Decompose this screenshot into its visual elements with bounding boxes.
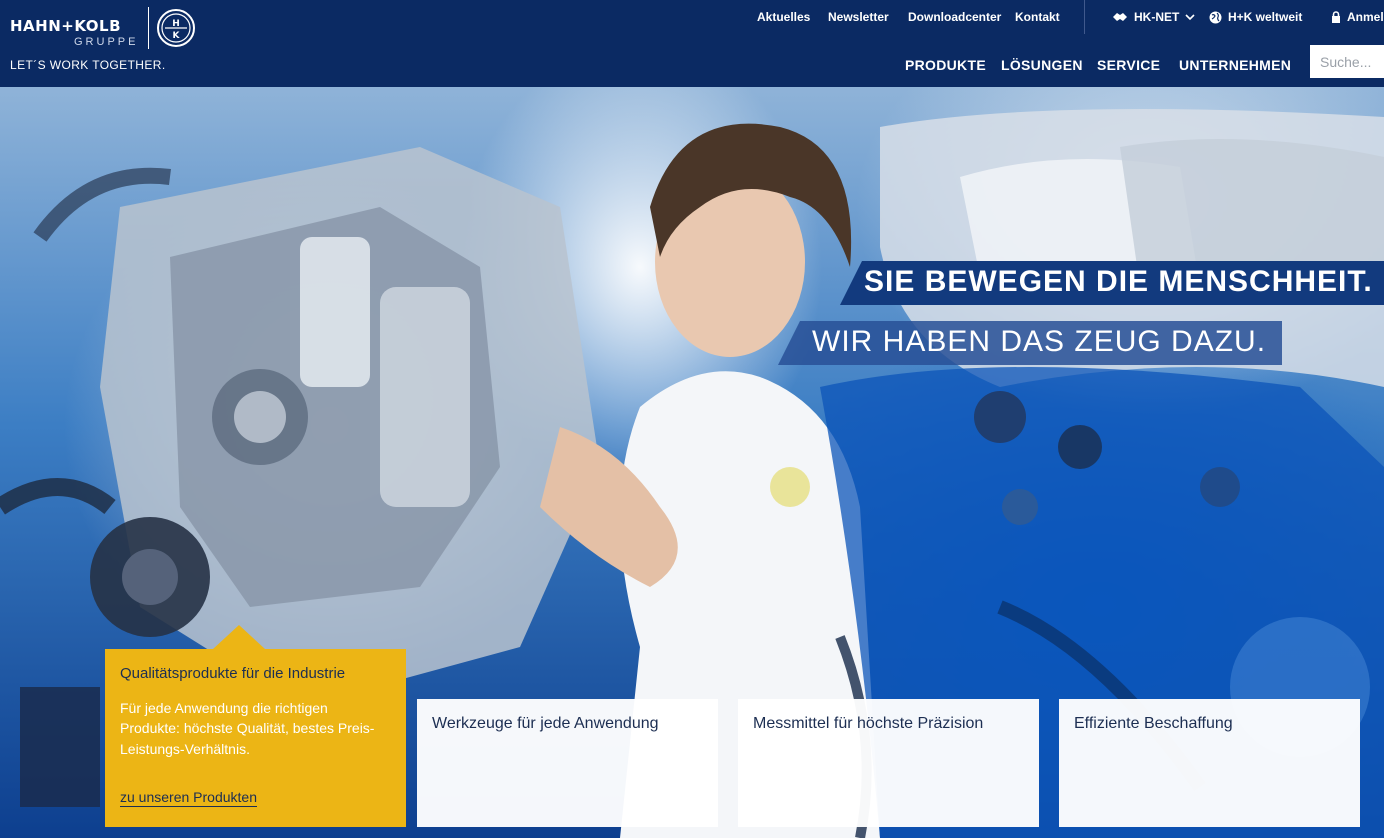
top-nav-aktuelles[interactable]: Aktuelles [757, 10, 810, 24]
card-werkzeuge[interactable]: Werkzeuge für jede Anwendung [417, 699, 718, 827]
top-nav-downloadcenter[interactable]: Downloadcenter [908, 10, 1001, 24]
worldwide-link[interactable]: H+K weltweit [1209, 10, 1302, 24]
nav-unternehmen[interactable]: UNTERNEHMEN [1179, 57, 1291, 73]
hero-banner: SIE BEWEGEN DIE MENSCHHEIT. WIR HABEN DA… [0, 87, 1384, 838]
nav-divider [1084, 0, 1085, 34]
brand-slogan: LET´S WORK TOGETHER. [10, 58, 166, 72]
featured-card-title: Qualitätsprodukte für die Industrie [120, 665, 346, 682]
logo-subtitle: GRUPPE [74, 36, 139, 48]
hknet-label: HK-NET [1134, 10, 1180, 24]
card-title: Messmittel für höchste Präzision [753, 715, 984, 732]
svg-text:K: K [173, 31, 181, 41]
card-title: Effiziente Beschaffung [1074, 715, 1233, 732]
svg-text:H: H [172, 19, 180, 29]
card-title: Werkzeuge für jede Anwendung [432, 715, 659, 732]
worldwide-label: H+K weltweit [1228, 10, 1303, 24]
hahn-kolb-logo[interactable]: HAHN+KOLB GRUPPE H K [10, 7, 196, 49]
hero-headline-secondary: WIR HABEN DAS ZEUG DAZU. [778, 321, 1283, 365]
handshake-icon [1113, 13, 1127, 21]
top-nav-newsletter[interactable]: Newsletter [828, 10, 889, 24]
hk-emblem-icon: H K [157, 9, 195, 47]
card-beschaffung[interactable]: Effiziente Beschaffung [1059, 699, 1360, 827]
logo-wordmark: HAHN+KOLB [10, 17, 122, 35]
hknet-menu[interactable]: HK-NET [1112, 10, 1195, 24]
nav-produkte[interactable]: PRODUKTE [905, 57, 986, 73]
logo-divider [148, 7, 149, 49]
chevron-down-icon [1185, 13, 1195, 20]
card-messmittel[interactable]: Messmittel für höchste Präzision [738, 699, 1039, 827]
lock-icon [1332, 11, 1340, 23]
globe-icon [1209, 11, 1222, 23]
search-input[interactable] [1310, 45, 1384, 78]
hero-headline-primary: SIE BEWEGEN DIE MENSCHHEIT. [840, 261, 1384, 305]
featured-card-text: Für jede Anwendung die richtigen Produkt… [120, 700, 375, 757]
featured-card-products[interactable]: Qualitätsprodukte für die Industrie Für … [105, 625, 406, 827]
nav-service[interactable]: SERVICE [1097, 57, 1160, 73]
products-link[interactable]: zu unseren Produkten [120, 789, 257, 807]
site-header: HAHN+KOLB GRUPPE H K LET´S WORK TOGETHER… [0, 0, 1384, 87]
login-link[interactable]: Anmelden [1331, 10, 1384, 24]
login-label: Anmelden [1347, 10, 1384, 24]
nav-loesungen[interactable]: LÖSUNGEN [1001, 57, 1083, 73]
top-nav-kontakt[interactable]: Kontakt [1015, 10, 1060, 24]
